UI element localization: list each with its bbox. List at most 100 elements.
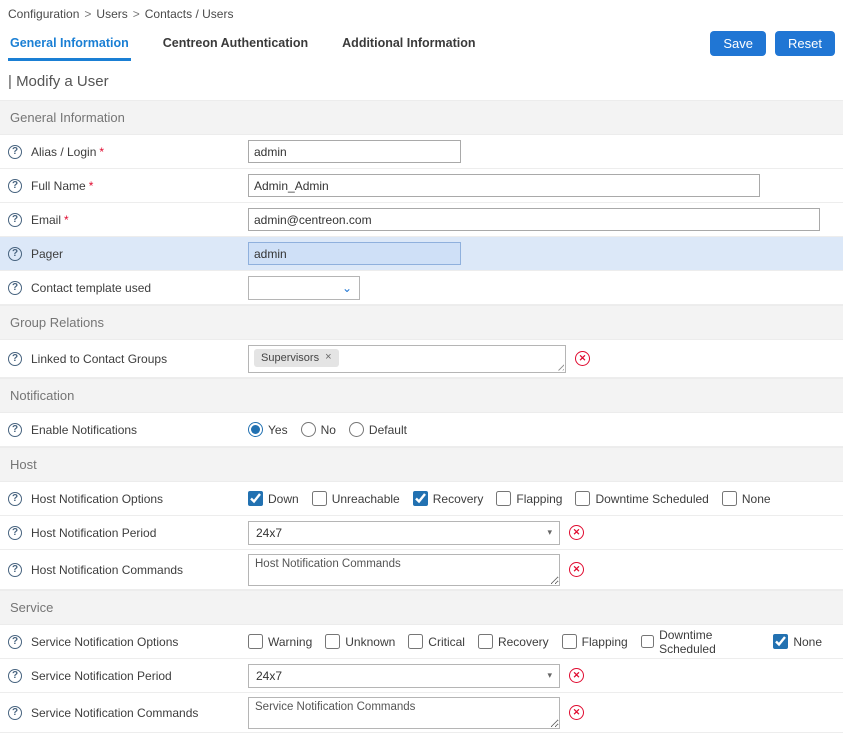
row-label: ? Host Notification Period: [8, 526, 248, 540]
row-alias-login: ? Alias / Login*: [0, 135, 843, 169]
checkbox-service-warning[interactable]: Warning: [248, 634, 312, 649]
reset-button[interactable]: Reset: [775, 31, 835, 56]
tab-bar: General Information Centreon Authenticat…: [0, 25, 843, 61]
clear-field-icon[interactable]: ✕: [569, 562, 584, 577]
caret-down-icon: ▾: [547, 528, 552, 537]
row-contact-template: ? Contact template used ⌄: [0, 271, 843, 305]
help-icon[interactable]: ?: [8, 247, 22, 261]
clear-field-icon[interactable]: ✕: [575, 351, 590, 366]
checkbox-service-downtime-scheduled[interactable]: Downtime Scheduled: [641, 628, 761, 656]
field-wrap: ✕: [248, 697, 584, 729]
checkbox-service-critical[interactable]: Critical: [408, 634, 465, 649]
checkbox-host-flapping[interactable]: Flapping: [496, 491, 562, 506]
help-icon[interactable]: ?: [8, 526, 22, 540]
radio-label: No: [321, 423, 336, 437]
host-notification-commands-input[interactable]: [248, 554, 560, 586]
checkbox-host-unreachable-input[interactable]: [312, 491, 327, 506]
chip-supervisors: Supervisors ×: [254, 349, 339, 367]
chevron-down-icon: ⌄: [342, 282, 352, 294]
checkbox-service-critical-input[interactable]: [408, 634, 423, 649]
row-label: ? Service Notification Period: [8, 669, 248, 683]
field-wrap: 24x7 ▾ ✕: [248, 521, 584, 545]
clear-field-icon[interactable]: ✕: [569, 668, 584, 683]
service-notification-period-select[interactable]: 24x7 ▾: [248, 664, 560, 688]
tab-additional-information[interactable]: Additional Information: [340, 26, 477, 61]
checkbox-host-recovery-input[interactable]: [413, 491, 428, 506]
clear-field-icon[interactable]: ✕: [569, 525, 584, 540]
help-icon[interactable]: ?: [8, 706, 22, 720]
chip-remove-icon[interactable]: ×: [325, 352, 331, 363]
help-icon[interactable]: ?: [8, 352, 22, 366]
checkbox-service-warning-input[interactable]: [248, 634, 263, 649]
host-notification-period-label: Host Notification Period: [31, 526, 156, 540]
help-icon[interactable]: ?: [8, 669, 22, 683]
breadcrumb-users[interactable]: Users: [96, 7, 127, 21]
radio-default[interactable]: Default: [349, 422, 407, 437]
radio-no-input[interactable]: [301, 422, 316, 437]
linked-contact-groups-label: Linked to Contact Groups: [31, 352, 167, 366]
clear-field-icon[interactable]: ✕: [569, 705, 584, 720]
checkbox-service-flapping-input[interactable]: [562, 634, 577, 649]
checkbox-host-none-input[interactable]: [722, 491, 737, 506]
checkbox-host-downtime-scheduled-input[interactable]: [575, 491, 590, 506]
save-button[interactable]: Save: [710, 31, 766, 56]
row-host-notification-commands: ? Host Notification Commands ✕: [0, 550, 843, 590]
checkbox-label: Warning: [268, 635, 312, 649]
checkbox-host-down-input[interactable]: [248, 491, 263, 506]
help-icon[interactable]: ?: [8, 492, 22, 506]
row-service-notification-commands: ? Service Notification Commands ✕: [0, 693, 843, 733]
host-notification-period-select[interactable]: 24x7 ▾: [248, 521, 560, 545]
checkbox-service-downtime-scheduled-input[interactable]: [641, 634, 654, 649]
checkbox-service-unknown-input[interactable]: [325, 634, 340, 649]
breadcrumb-contacts-users[interactable]: Contacts / Users: [145, 7, 234, 21]
checkbox-host-flapping-input[interactable]: [496, 491, 511, 506]
checkbox-host-down[interactable]: Down: [248, 491, 299, 506]
checkbox-service-recovery-input[interactable]: [478, 634, 493, 649]
help-icon[interactable]: ?: [8, 145, 22, 159]
checkbox-host-downtime-scheduled[interactable]: Downtime Scheduled: [575, 491, 708, 506]
section-header-general-information: General Information: [0, 100, 843, 135]
section-header-group-relations: Group Relations: [0, 305, 843, 340]
checkbox-service-none[interactable]: None: [773, 634, 822, 649]
help-icon[interactable]: ?: [8, 179, 22, 193]
checkbox-host-unreachable[interactable]: Unreachable: [312, 491, 400, 506]
help-icon[interactable]: ?: [8, 213, 22, 227]
contact-template-select[interactable]: ⌄: [248, 276, 360, 300]
tab-centreon-authentication[interactable]: Centreon Authentication: [161, 26, 310, 61]
radio-no[interactable]: No: [301, 422, 336, 437]
checkbox-label: None: [793, 635, 822, 649]
service-notification-commands-input[interactable]: [248, 697, 560, 729]
checkbox-service-recovery[interactable]: Recovery: [478, 634, 549, 649]
radio-default-input[interactable]: [349, 422, 364, 437]
checkbox-service-unknown[interactable]: Unknown: [325, 634, 395, 649]
tab-general-information[interactable]: General Information: [8, 26, 131, 61]
row-pager: ? Pager: [0, 237, 843, 271]
service-notification-options-label: Service Notification Options: [31, 635, 178, 649]
radio-yes-input[interactable]: [248, 422, 263, 437]
row-service-notification-options: ? Service Notification Options Warning U…: [0, 625, 843, 659]
row-label: ? Full Name*: [8, 179, 248, 193]
help-icon[interactable]: ?: [8, 563, 22, 577]
help-icon[interactable]: ?: [8, 423, 22, 437]
checkbox-service-flapping[interactable]: Flapping: [562, 634, 628, 649]
alias-login-input[interactable]: [248, 140, 461, 163]
checkbox-host-recovery[interactable]: Recovery: [413, 491, 484, 506]
breadcrumb-configuration[interactable]: Configuration: [8, 7, 79, 21]
checkbox-label: None: [742, 492, 771, 506]
help-icon[interactable]: ?: [8, 281, 22, 295]
email-input[interactable]: [248, 208, 820, 231]
resize-grip-icon[interactable]: [555, 362, 564, 371]
help-icon[interactable]: ?: [8, 635, 22, 649]
row-full-name: ? Full Name*: [0, 169, 843, 203]
checkbox-service-none-input[interactable]: [773, 634, 788, 649]
checkbox-host-none[interactable]: None: [722, 491, 771, 506]
radio-yes[interactable]: Yes: [248, 422, 288, 437]
pager-input[interactable]: [248, 242, 461, 265]
checkbox-label: Downtime Scheduled: [659, 628, 760, 656]
full-name-input[interactable]: [248, 174, 760, 197]
checkbox-label: Down: [268, 492, 299, 506]
pager-label: Pager: [31, 247, 63, 261]
checkbox-label: Flapping: [582, 635, 628, 649]
row-linked-contact-groups: ? Linked to Contact Groups Supervisors ×…: [0, 340, 843, 378]
contact-groups-input[interactable]: Supervisors ×: [248, 345, 566, 373]
